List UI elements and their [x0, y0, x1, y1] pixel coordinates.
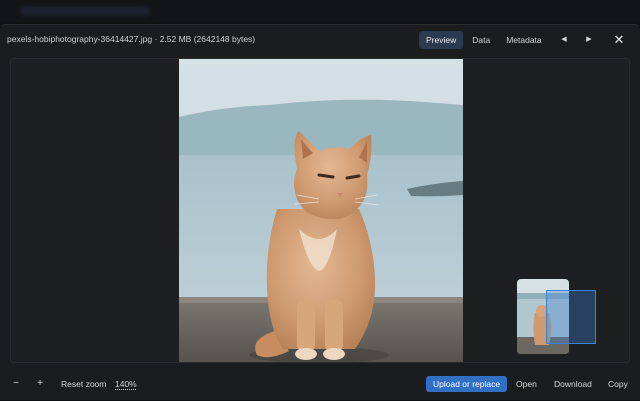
zoom-in-button[interactable]: +: [31, 375, 49, 393]
background-blurred-title: [20, 6, 150, 16]
tab-data[interactable]: Data: [465, 31, 497, 49]
close-button[interactable]: ✕: [609, 30, 629, 50]
previous-file-button[interactable]: ◀: [554, 31, 574, 49]
dialog-footer: − + Reset zoom 140% Upload or replace Op…: [0, 370, 640, 401]
triangle-right-icon: ▶: [586, 36, 592, 43]
view-tabs: Preview Data Metadata: [419, 31, 549, 49]
zoom-out-button[interactable]: −: [7, 375, 25, 393]
minus-icon: −: [13, 378, 19, 389]
cat-photo-illustration: [179, 59, 463, 362]
file-size: 2.52 MB (2642148 bytes): [159, 34, 256, 44]
info-separator: ·: [154, 34, 158, 44]
minimap-viewport[interactable]: [546, 290, 596, 344]
image-viewer[interactable]: [10, 58, 630, 363]
upload-or-replace-button[interactable]: Upload or replace: [426, 376, 508, 392]
background-app-bar: [0, 0, 640, 22]
preview-image[interactable]: [179, 59, 463, 362]
next-file-button[interactable]: ▶: [579, 31, 599, 49]
file-name: pexels-hobiphotography-36414427.jpg: [7, 34, 153, 44]
download-button[interactable]: Download: [554, 376, 592, 392]
reset-zoom-button[interactable]: Reset zoom: [61, 376, 106, 392]
plus-icon: +: [37, 378, 43, 389]
zoom-level[interactable]: 140%: [115, 376, 137, 392]
dialog-header: pexels-hobiphotography-36414427.jpg · 2.…: [0, 25, 640, 55]
tab-preview[interactable]: Preview: [419, 31, 464, 49]
file-preview-dialog: pexels-hobiphotography-36414427.jpg · 2.…: [0, 24, 640, 400]
tab-metadata[interactable]: Metadata: [499, 31, 548, 49]
triangle-left-icon: ◀: [561, 36, 567, 43]
file-info: pexels-hobiphotography-36414427.jpg · 2.…: [7, 34, 255, 44]
close-icon: ✕: [613, 32, 625, 47]
open-button[interactable]: Open: [516, 376, 537, 392]
copy-button[interactable]: Copy: [608, 376, 628, 392]
